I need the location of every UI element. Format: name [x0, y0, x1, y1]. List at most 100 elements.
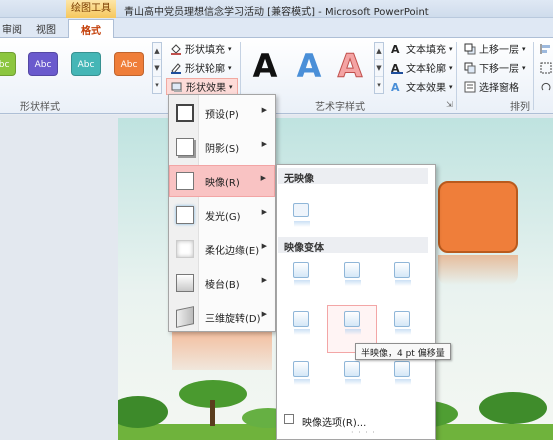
shape-styles-group-label: 形状样式 — [20, 102, 60, 113]
arrange-group-label: 排列 — [510, 102, 530, 113]
reflection-variation-option[interactable] — [293, 262, 310, 286]
reflection-variation-option[interactable] — [344, 262, 361, 286]
shape-effects-label: 形状效果 — [186, 83, 226, 94]
gallery-more-icon[interactable]: ▾ — [153, 77, 161, 94]
shadow-icon — [176, 138, 194, 156]
align-button[interactable] — [536, 40, 553, 57]
text-effects-button[interactable]: A 文本效果 ▾ — [387, 78, 457, 95]
rotate-button[interactable] — [536, 78, 553, 95]
reflection-variation-option[interactable] — [394, 311, 411, 335]
reflection-options-item[interactable]: 映像选项(R)... — [278, 411, 434, 429]
menu-item-label: 预设(P) — [205, 110, 239, 121]
shape-effects-button[interactable]: 形状效果 ▾ — [166, 78, 238, 95]
reflection-variation-option[interactable] — [394, 262, 411, 286]
menu-item-label: 映像(R) — [205, 178, 240, 189]
menu-item-preset[interactable]: 预设(P) ▶ — [169, 97, 275, 129]
title-bar: 绘图工具 青山高中党员理想信念学习活动 [兼容模式] - Microsoft P… — [0, 0, 553, 18]
wordart-sample[interactable]: A — [331, 46, 369, 86]
shape-effects-menu: 预设(P) ▶ 阴影(S) ▶ 映像(R) ▶ 发光(G) ▶ 柔化边缘(E) … — [168, 94, 276, 332]
group-button[interactable] — [536, 59, 553, 76]
shape-effects-icon — [171, 81, 183, 93]
submenu-arrow-icon: ▶ — [261, 140, 267, 148]
gallery-down-icon[interactable]: ▼ — [375, 60, 383, 77]
text-fill-button[interactable]: A 文本填充 ▾ — [387, 40, 457, 57]
window-title: 青山高中党员理想信念学习活动 [兼容模式] - Microsoft PowerP… — [124, 7, 429, 18]
glow-icon — [176, 206, 194, 224]
shape-style-swatch[interactable]: Abc — [71, 52, 101, 76]
selection-pane-button[interactable]: 选择窗格 — [460, 78, 523, 95]
gallery-up-icon[interactable]: ▲ — [375, 43, 383, 60]
reflection-variation-option[interactable] — [293, 361, 310, 385]
menu-item-bevel[interactable]: 棱台(B) ▶ — [169, 267, 275, 299]
wordart-styles-group-label: 艺术字样式 — [315, 102, 365, 113]
bevel-icon — [176, 274, 194, 292]
paint-bucket-icon — [170, 43, 182, 55]
menu-item-label: 棱台(B) — [205, 280, 240, 291]
gallery-more-icon[interactable]: ▾ — [375, 77, 383, 94]
shape-style-swatch[interactable]: Abc — [28, 52, 58, 76]
reflection-variation-option[interactable] — [293, 311, 310, 335]
dropdown-arrow-icon: ▾ — [228, 63, 232, 72]
resize-grip-icon[interactable]: · · · · — [351, 428, 376, 437]
menu-item-3d-rotation[interactable]: 三维旋转(D) ▶ — [169, 301, 275, 333]
selected-orange-shape[interactable] — [438, 181, 518, 253]
dialog-launcher-icon[interactable]: ⇲ — [446, 100, 453, 109]
dropdown-arrow-icon: ▾ — [449, 82, 453, 91]
shape-fill-button[interactable]: 形状填充 ▾ — [166, 40, 236, 57]
gallery-down-icon[interactable]: ▼ — [153, 60, 161, 77]
submenu-arrow-icon: ▶ — [260, 174, 266, 182]
submenu-arrow-icon: ▶ — [261, 106, 267, 114]
ribbon: Abc Abc Abc Abc ▲ ▼ ▾ 形状填充 ▾ 形状轮廓 ▾ 形状效果… — [0, 38, 553, 114]
drawing-tools-context-label: 绘图工具 — [66, 0, 116, 18]
selection-pane-icon — [464, 81, 476, 93]
text-outline-icon: A — [391, 62, 403, 75]
text-fill-label: 文本填充 — [406, 45, 446, 56]
shape-outline-button[interactable]: 形状轮廓 ▾ — [166, 59, 236, 76]
bring-forward-icon — [464, 43, 476, 55]
selection-pane-label: 选择窗格 — [479, 83, 519, 94]
group-icon — [540, 62, 552, 74]
shape-style-gallery-scroll[interactable]: ▲ ▼ ▾ — [152, 42, 162, 94]
send-backward-button[interactable]: 下移一层 ▾ — [460, 59, 530, 76]
menu-item-reflection[interactable]: 映像(R) ▶ — [169, 165, 275, 197]
reflection-submenu: 无映像 映像变体 映像选项(R)... · · · · — [276, 164, 436, 440]
send-backward-icon — [464, 62, 476, 74]
reflection-variation-option[interactable] — [344, 361, 361, 385]
shape-style-swatch[interactable]: Abc — [0, 52, 16, 76]
submenu-arrow-icon: ▶ — [261, 242, 267, 250]
text-fill-icon: A — [391, 42, 400, 56]
group-divider — [456, 42, 457, 110]
tab-view[interactable]: 视图 — [36, 21, 56, 36]
reflection-icon — [176, 172, 194, 190]
reflection-options-icon — [284, 414, 294, 424]
pen-icon — [170, 62, 182, 74]
send-backward-label: 下移一层 — [479, 64, 519, 75]
menu-item-label: 发光(G) — [205, 212, 241, 223]
tab-format[interactable]: 格式 — [68, 19, 114, 39]
menu-item-label: 柔化边缘(E) — [205, 246, 260, 257]
dropdown-arrow-icon: ▾ — [449, 63, 453, 72]
dropdown-arrow-icon: ▾ — [229, 82, 233, 91]
gallery-up-icon[interactable]: ▲ — [153, 43, 161, 60]
wordart-sample[interactable]: A — [246, 46, 284, 86]
wordart-gallery-scroll[interactable]: ▲ ▼ ▾ — [374, 42, 384, 94]
no-reflection-option[interactable] — [293, 203, 310, 227]
align-icon — [540, 43, 552, 55]
wordart-sample[interactable]: A — [290, 46, 328, 86]
reflection-variation-option-hovered[interactable] — [344, 311, 361, 335]
menu-item-glow[interactable]: 发光(G) ▶ — [169, 199, 275, 231]
menu-item-soft-edges[interactable]: 柔化边缘(E) ▶ — [169, 233, 275, 265]
reflection-variation-option[interactable] — [394, 361, 411, 385]
bring-forward-label: 上移一层 — [479, 45, 519, 56]
menu-item-label: 三维旋转(D) — [205, 314, 261, 325]
reflection-variations-header: 映像变体 — [278, 237, 428, 254]
ribbon-tab-row: 审阅 视图 格式 — [0, 18, 553, 39]
dropdown-arrow-icon: ▾ — [228, 44, 232, 53]
menu-item-shadow[interactable]: 阴影(S) ▶ — [169, 131, 275, 163]
bring-forward-button[interactable]: 上移一层 ▾ — [460, 40, 530, 57]
text-outline-button[interactable]: A 文本轮廓 ▾ — [387, 59, 457, 76]
shape-style-swatch[interactable]: Abc — [114, 52, 144, 76]
tab-review[interactable]: 审阅 — [2, 21, 22, 36]
no-reflection-header: 无映像 — [278, 168, 428, 185]
submenu-arrow-icon: ▶ — [261, 208, 267, 216]
